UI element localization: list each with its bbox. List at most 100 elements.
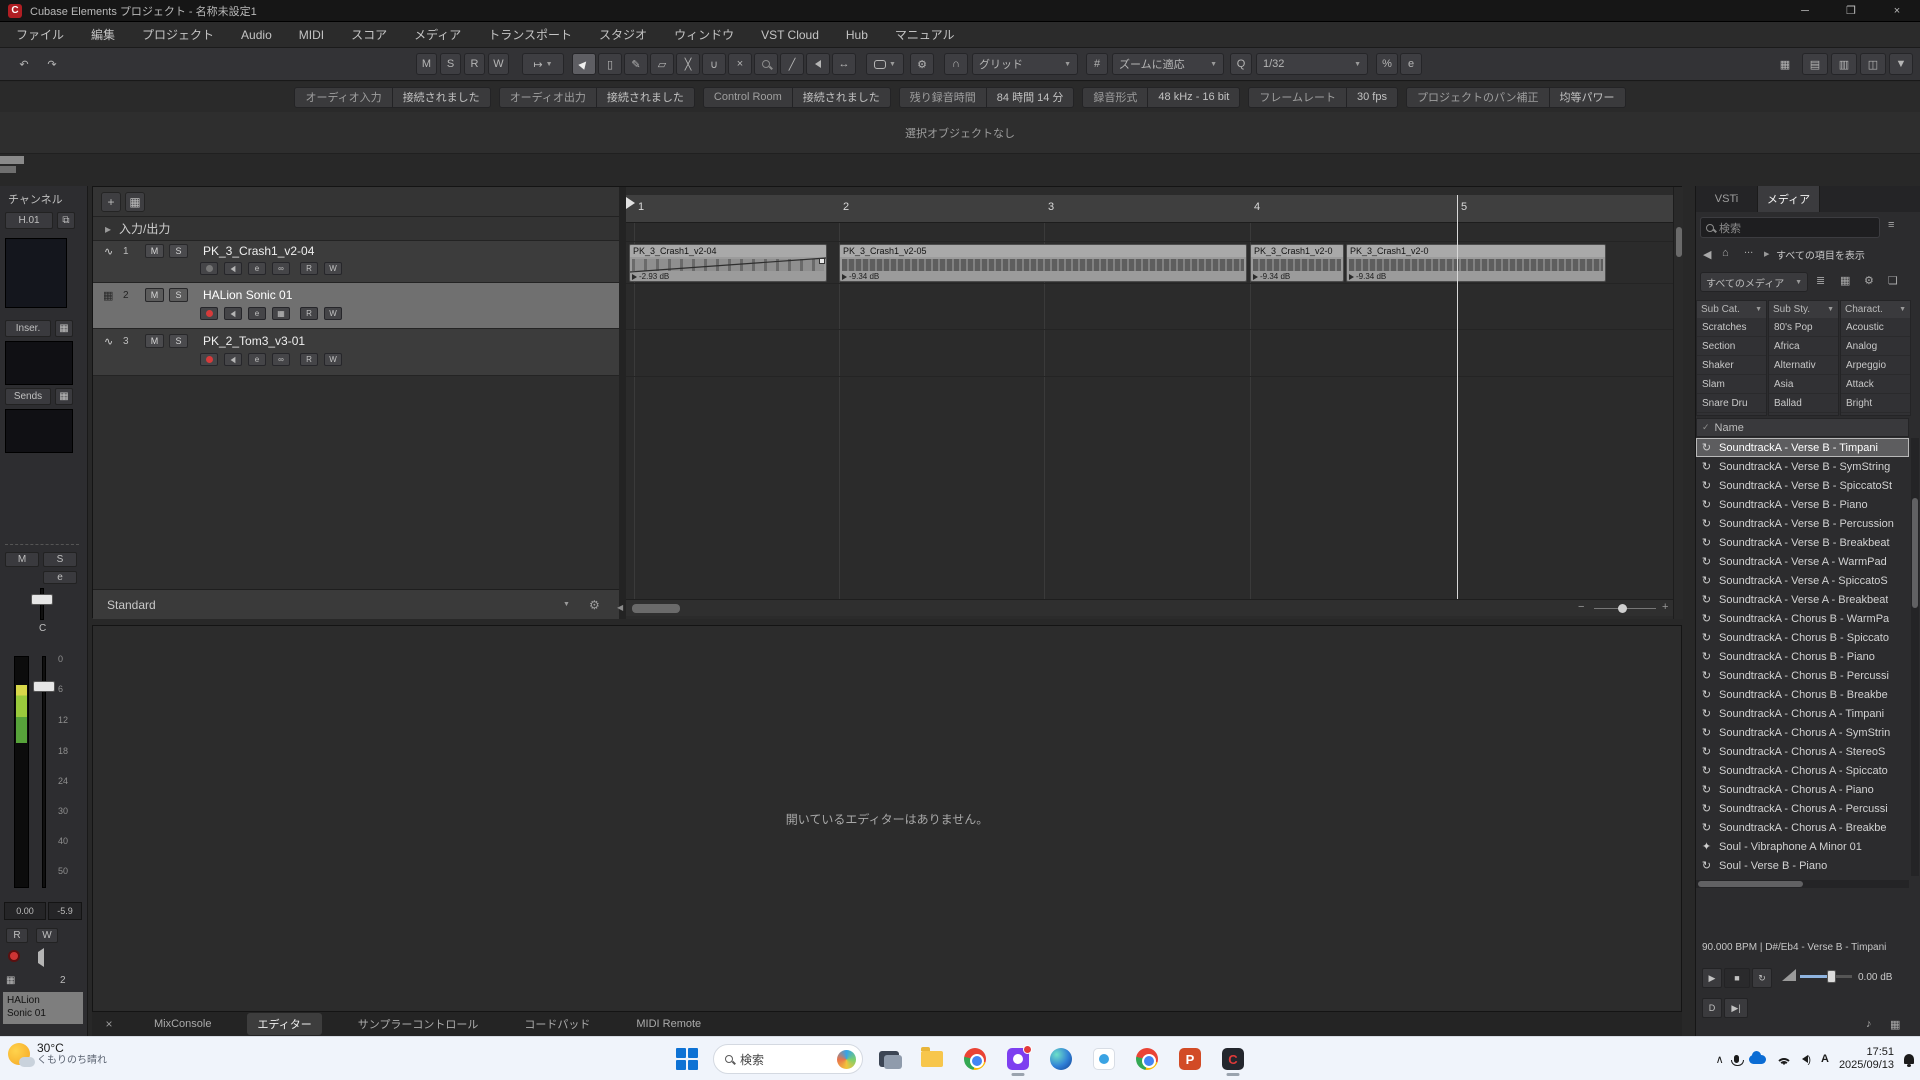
volume-icon[interactable]: ) <box>1802 1052 1811 1066</box>
menu-score[interactable]: スコア <box>351 26 387 43</box>
wifi-icon[interactable] <box>1776 1054 1792 1065</box>
track-freeze-button[interactable]: ∞ <box>272 262 290 275</box>
status-pan-law[interactable]: プロジェクトのパン補正 均等パワー <box>1406 87 1626 108</box>
filter-item[interactable]: Slam <box>1697 375 1766 394</box>
autoscroll-button[interactable]: ↦ ▼ <box>522 53 564 75</box>
track-row-3[interactable]: ∿ 3 M S PK_2_Tom3_v3-01 e ∞ R W <box>93 329 619 376</box>
channel-write-button[interactable]: W <box>36 928 58 943</box>
filter-item[interactable]: Alternativ <box>1769 356 1838 375</box>
track-monitor-button[interactable] <box>224 353 242 366</box>
quantize-q-button[interactable]: Q <box>1230 53 1252 75</box>
erase-tool-button[interactable]: ▱ <box>650 53 674 75</box>
media-settings-icon[interactable]: ⚙ <box>1864 274 1874 287</box>
scrub-tool-button[interactable]: ↔ <box>832 53 856 75</box>
maximize-button[interactable]: ❐ <box>1828 0 1874 21</box>
media-filter-icon[interactable]: ≣ <box>1816 274 1825 287</box>
weather-widget[interactable]: 30°C くもりのち晴れ <box>8 1041 107 1067</box>
status-audio-input[interactable]: オーディオ入力 接続されました <box>294 87 490 108</box>
menu-transport[interactable]: トランスポート <box>488 26 572 43</box>
filter-item[interactable]: Bright <box>1841 394 1910 413</box>
channel-track-name[interactable]: HALion Sonic 01 <box>3 992 83 1024</box>
music-note-icon[interactable]: ♪ <box>1866 1018 1872 1030</box>
filter-item[interactable]: Attack <box>1841 375 1910 394</box>
track-record-button[interactable] <box>200 353 218 366</box>
list-item[interactable]: ↻SoundtrackA - Verse B - Breakbeat <box>1696 533 1909 552</box>
add-track-button[interactable]: + <box>101 192 121 212</box>
file-explorer-button[interactable] <box>915 1042 949 1076</box>
track-monitor-button[interactable] <box>224 262 242 275</box>
list-item[interactable]: ↻SoundtrackA - Chorus B - Spiccato <box>1696 628 1909 647</box>
audio-event-1[interactable]: PK_3_Crash1_v2-04 -2.93 dB <box>629 244 827 282</box>
select-tool-button[interactable]: ▶ <box>572 53 596 75</box>
event-display[interactable]: 1 2 3 4 5 PK_3_Crash1_v2-04 -2.93 dB <box>626 187 1673 619</box>
list-item[interactable]: ↻SoundtrackA - Verse B - SpiccatoSt <box>1696 476 1909 495</box>
track-record-button[interactable] <box>200 262 218 275</box>
notification-bell-icon[interactable] <box>1904 1054 1914 1064</box>
quantize-dropdown[interactable]: 1/32 ▼ <box>1256 53 1368 75</box>
status-record-time[interactable]: 残り録音時間 84 時間 14 分 <box>899 87 1075 108</box>
scroll-thumb[interactable] <box>1912 498 1918 608</box>
channel-read-button[interactable]: R <box>6 928 28 943</box>
track-write-button[interactable]: W <box>324 307 342 320</box>
tray-overflow-chevron-icon[interactable]: ∧ <box>1716 1053 1724 1066</box>
quantize-panel-button[interactable]: e <box>1400 53 1422 75</box>
filter-item[interactable]: Asia <box>1769 375 1838 394</box>
filter-item[interactable]: Africa <box>1769 337 1838 356</box>
track-write-button[interactable]: W <box>324 262 342 275</box>
channel-record-button[interactable] <box>8 950 20 962</box>
peak-level-value[interactable]: -5.9 <box>48 902 82 920</box>
project-cursor[interactable] <box>1457 195 1458 599</box>
track-solo-button[interactable]: S <box>169 288 188 302</box>
filter-item[interactable]: Arpeggio <box>1841 356 1910 375</box>
scroll-left-icon[interactable]: ◀ <box>617 603 623 612</box>
channel-monitor-icon[interactable] <box>38 952 44 963</box>
cubase-taskbar-button[interactable]: C <box>1216 1042 1250 1076</box>
list-item[interactable]: ↻SoundtrackA - Verse B - Piano <box>1696 495 1909 514</box>
recorder-app-button[interactable] <box>1001 1042 1035 1076</box>
track-read-button[interactable]: R <box>300 307 318 320</box>
scroll-thumb[interactable] <box>1698 881 1803 887</box>
channel-edit-button[interactable]: e <box>43 571 77 584</box>
menu-midi[interactable]: MIDI <box>299 28 324 42</box>
track-mute-button[interactable]: M <box>145 334 164 348</box>
preview-loop-button[interactable]: ↻ <box>1752 968 1772 988</box>
vertical-scrollbar[interactable] <box>1673 187 1683 619</box>
results-vertical-scrollbar[interactable] <box>1911 438 1919 876</box>
redo-button[interactable]: ↷ <box>40 53 64 75</box>
back-icon[interactable]: ◀ <box>1703 248 1711 261</box>
filter-header[interactable]: Charact.▼ <box>1841 301 1910 318</box>
horizontal-scroll-thumb[interactable] <box>632 604 680 613</box>
audio-event-3[interactable]: PK_3_Crash1_v2-0 -9.34 dB <box>1250 244 1344 282</box>
list-item[interactable]: ↻SoundtrackA - Chorus A - Percussi <box>1696 799 1909 818</box>
horizontal-scrollbar[interactable]: ◀ − + <box>626 599 1673 616</box>
menu-file[interactable]: ファイル <box>16 26 64 43</box>
edge-button[interactable] <box>1044 1042 1078 1076</box>
tab-midi-remote[interactable]: MIDI Remote <box>626 1015 711 1033</box>
list-item[interactable]: ↻SoundtrackA - Verse A - SpiccatoS <box>1696 571 1909 590</box>
status-control-room[interactable]: Control Room 接続されました <box>703 87 891 108</box>
media-file-icon[interactable]: ❏ <box>1888 274 1898 287</box>
menu-audio[interactable]: Audio <box>241 28 272 42</box>
track-monitor-button[interactable] <box>224 307 242 320</box>
media-grid-icon[interactable]: ▦ <box>1840 274 1850 287</box>
menu-project[interactable]: プロジェクト <box>142 26 214 43</box>
list-item[interactable]: ↻SoundtrackA - Chorus B - Percussi <box>1696 666 1909 685</box>
track-edit-button[interactable]: e <box>248 262 266 275</box>
iterative-quantize-button[interactable]: % <box>1376 53 1398 75</box>
task-view-button[interactable] <box>872 1042 906 1076</box>
track-read-button[interactable]: R <box>300 262 318 275</box>
zoom-out-icon[interactable]: − <box>1578 601 1584 613</box>
track-row-2-selected[interactable]: ▦ 2 M S HALion Sonic 01 e ▦ R W <box>93 283 619 329</box>
track-freeze-button[interactable]: ∞ <box>272 353 290 366</box>
breadcrumb-ellipsis[interactable]: ... <box>1744 244 1753 256</box>
track-write-button[interactable]: W <box>324 353 342 366</box>
list-item[interactable]: ↻SoundtrackA - Chorus A - Timpani <box>1696 704 1909 723</box>
gear-icon[interactable]: ⚙ <box>589 598 600 612</box>
channel-color-display[interactable] <box>5 238 67 308</box>
track-visibility-button[interactable]: ▦ <box>125 192 145 212</box>
media-search-input[interactable]: 検索 <box>1700 217 1880 238</box>
track-edit-button[interactable]: e <box>248 353 266 366</box>
list-item[interactable]: ↻SoundtrackA - Verse B - SymString <box>1696 457 1909 476</box>
list-item[interactable]: ↻SoundtrackA - Chorus A - SymStrin <box>1696 723 1909 742</box>
instrument-keyboard-icon[interactable]: ▦ <box>6 975 15 986</box>
